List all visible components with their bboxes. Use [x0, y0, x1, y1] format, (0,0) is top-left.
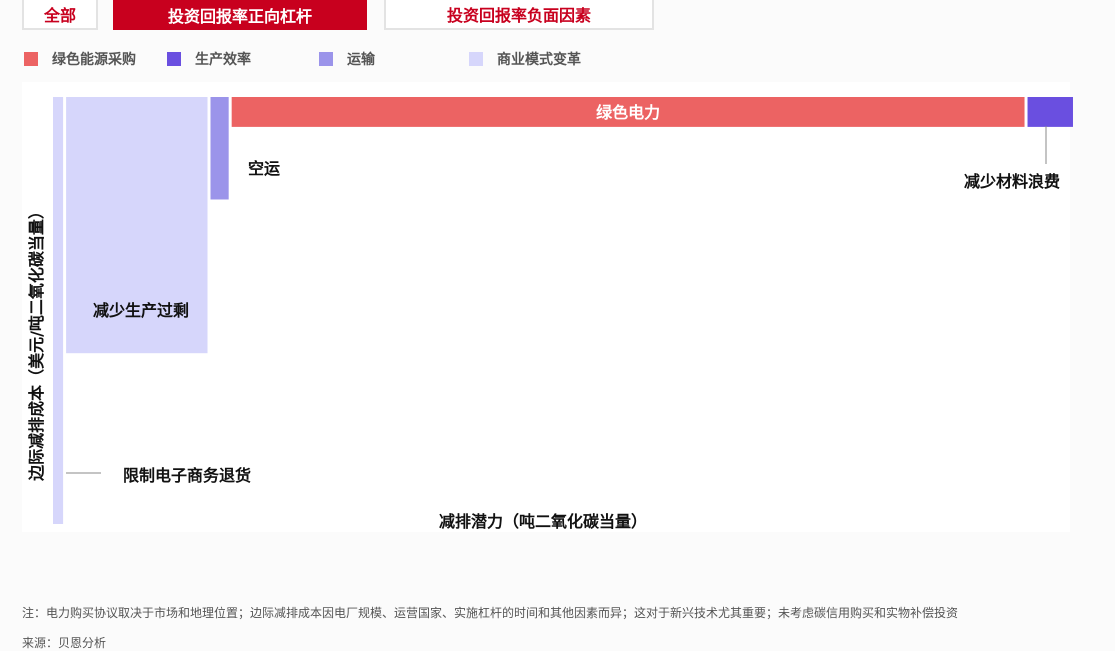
- chart-note: 注：电力购买协议取决于市场和地理位置；边际减排成本因电厂规模、运营国家、实施杠杆…: [22, 606, 959, 620]
- chart-source: 来源：贝恩分析: [22, 636, 107, 650]
- bar-1: [53, 97, 64, 524]
- y-axis-label: 边际减排成本（美元/吨二氧化碳当量）: [27, 203, 46, 482]
- bar-label: 限制电子商务退货: [123, 466, 251, 485]
- bar-label: 空运: [248, 159, 280, 178]
- abatement-cost-chart: 限制电子商务退货 减少生产过剩 空运 绿色电力减少材料浪费减排潜力（吨二氧化碳当量） 边…: [27, 97, 1073, 531]
- bar-3: [210, 97, 229, 200]
- bar-label: 减少材料浪费: [964, 172, 1060, 191]
- bar-label: 减少生产过剩: [93, 301, 189, 320]
- bar-5: [1027, 97, 1073, 127]
- bar-label: 绿色电力: [596, 103, 660, 122]
- x-axis-label: 减排潜力（吨二氧化碳当量）: [439, 512, 647, 531]
